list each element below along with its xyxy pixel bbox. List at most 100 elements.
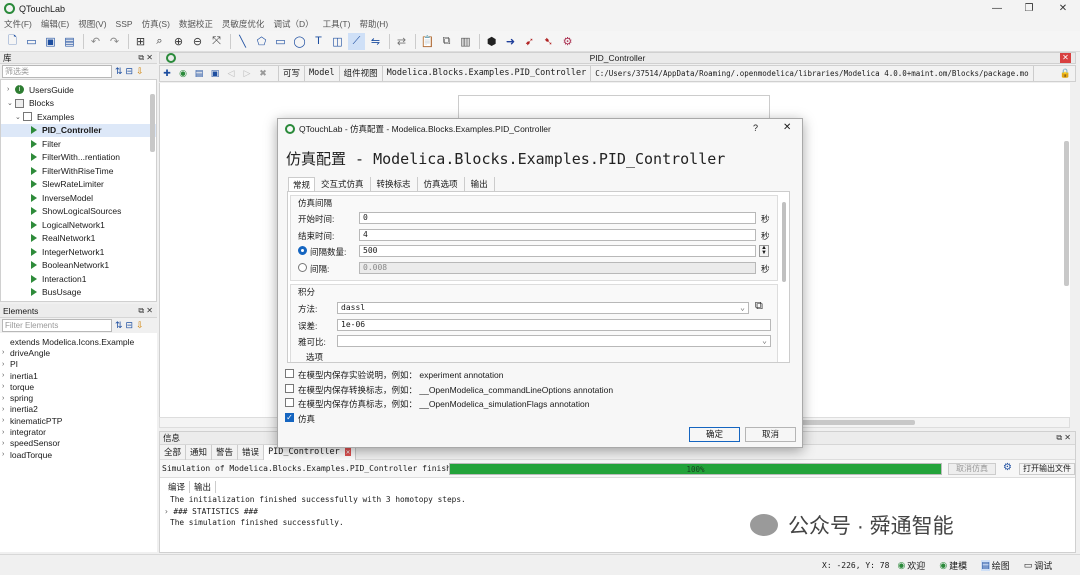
save-icon[interactable]: ▣ xyxy=(42,33,59,50)
element-item[interactable]: › loadTorque xyxy=(0,449,157,460)
simulate-icon[interactable]: ➜ xyxy=(502,33,519,50)
library-item[interactable]: IntegerNetwork1 xyxy=(1,245,156,259)
count-spinner-icon[interactable]: ▲ ▼ xyxy=(759,245,769,257)
open-output-icon[interactable]: ⚙ xyxy=(1003,462,1012,473)
element-item[interactable]: › kinematicPTP xyxy=(0,415,157,426)
library-item[interactable]: LogicalNetwork1 xyxy=(1,218,156,232)
close-window-icon[interactable]: ✕ xyxy=(1048,0,1078,17)
zoom-reset-icon[interactable]: ⌕ xyxy=(151,33,168,50)
method-select[interactable]: dassl ⌄ xyxy=(337,302,749,314)
welcome-perspective[interactable]: 欢迎 xyxy=(907,559,925,572)
component-view-tab[interactable]: 组件视图 xyxy=(340,66,383,81)
tab-interactive[interactable]: 交互式仿真 xyxy=(315,177,371,191)
dialog-scrollbar[interactable] xyxy=(782,202,786,282)
modeling-perspective[interactable]: 建模 xyxy=(949,559,967,572)
readonly-tab[interactable]: 可写 xyxy=(278,66,306,81)
dialog-close-icon[interactable]: ✕ xyxy=(783,122,791,133)
tab-translation-flags[interactable]: 转换标志 xyxy=(371,177,418,191)
library-item[interactable]: InverseModel xyxy=(1,191,156,205)
menu-help[interactable]: 帮助(H) xyxy=(359,18,388,30)
element-item[interactable]: › inertia1 xyxy=(0,370,157,381)
swap-icon[interactable]: ⇄ xyxy=(393,33,410,50)
library-item[interactable]: BooleanNetwork1 xyxy=(1,259,156,273)
stop-time-input[interactable]: 4 xyxy=(359,229,756,241)
library-item[interactable]: BusUsage xyxy=(1,286,156,300)
help-button[interactable]: ? xyxy=(753,123,758,133)
save-translation-checkbox[interactable] xyxy=(285,384,294,393)
canvas-vscrollbar[interactable] xyxy=(1064,141,1069,286)
text-view-icon[interactable]: ▤ xyxy=(192,65,206,82)
simulate-algorithmic-icon[interactable]: ➷ xyxy=(540,33,557,50)
simulation-setup-icon[interactable]: ⚙ xyxy=(559,33,576,50)
redo-icon[interactable]: ↷ xyxy=(106,33,123,50)
diagram-view-icon[interactable]: ◉ xyxy=(176,65,190,82)
expand-chevron-icon[interactable]: › xyxy=(2,406,10,413)
library-filter-input[interactable]: 筛选类 xyxy=(2,65,112,78)
polygon-tool-icon[interactable]: ⬠ xyxy=(253,33,270,50)
menu-file[interactable]: 文件(F) xyxy=(4,18,32,30)
tab-sim-flags[interactable]: 仿真选项 xyxy=(418,177,465,191)
model-path-tab[interactable]: Modelica.Blocks.Examples.PID_Controller xyxy=(383,66,592,81)
simulate-checkbox[interactable]: ✓ xyxy=(285,413,294,422)
minimize-icon[interactable]: — xyxy=(982,0,1012,17)
model-type-tab[interactable]: Model xyxy=(305,66,340,81)
fit-icon[interactable]: ⤧ xyxy=(208,33,225,50)
clipboard-icon[interactable]: ▥ xyxy=(457,33,474,50)
close-editor-icon[interactable]: ✕ xyxy=(1060,53,1071,63)
debug-perspective[interactable]: 调试 xyxy=(1034,559,1052,572)
tab-warning[interactable]: 警告 xyxy=(212,444,239,460)
menu-data-calibration[interactable]: 数据校正 xyxy=(179,18,213,30)
save-experiment-checkbox[interactable] xyxy=(285,369,294,378)
copy-icon[interactable]: ⧉ xyxy=(438,33,455,50)
count-radio[interactable] xyxy=(298,246,307,255)
new-file-icon[interactable]: 🗋 xyxy=(4,33,21,50)
line-tool-icon[interactable]: ╲ xyxy=(234,33,251,50)
element-item[interactable]: › spring xyxy=(0,392,157,403)
expand-chevron-icon[interactable]: › xyxy=(2,383,10,390)
documentation-icon[interactable]: ▣ xyxy=(208,65,222,82)
previous-icon[interactable]: ◁ xyxy=(224,65,238,82)
ellipse-tool-icon[interactable]: ◯ xyxy=(291,33,308,50)
check-model-icon[interactable]: 📋 xyxy=(419,33,436,50)
transition-mode-icon[interactable]: ⇋ xyxy=(367,33,384,50)
library-item[interactable]: ShowLogicalSources xyxy=(1,205,156,219)
open-output-button[interactable]: 打开输出文件 xyxy=(1019,463,1075,475)
sort-icon[interactable]: ⇩ xyxy=(136,320,144,331)
expand-chevron-icon[interactable]: ⌄ xyxy=(7,99,15,107)
element-item[interactable]: › PI xyxy=(0,359,157,370)
library-item[interactable]: SlewRateLimiter xyxy=(1,178,156,192)
plotting-perspective[interactable]: 绘图 xyxy=(992,559,1010,572)
tab-output[interactable]: 输出 xyxy=(465,177,495,191)
bitmap-tool-icon[interactable]: ◫ xyxy=(329,33,346,50)
menu-tools[interactable]: 工具(T) xyxy=(323,18,351,30)
delete-icon[interactable]: ✖ xyxy=(256,65,270,82)
library-item[interactable]: Filter xyxy=(1,137,156,151)
icon-view-icon[interactable]: ✚ xyxy=(160,65,174,82)
collapse-all-icon[interactable]: ⊟ xyxy=(126,320,134,331)
tab-all[interactable]: 全部 xyxy=(160,444,187,460)
undo-icon[interactable]: ↶ xyxy=(87,33,104,50)
menu-edit[interactable]: 编辑(E) xyxy=(41,18,69,30)
simulate-debug-icon[interactable]: ➹ xyxy=(521,33,538,50)
text-tool-icon[interactable]: T xyxy=(310,33,327,50)
jacobian-select[interactable]: ⌄ xyxy=(337,335,771,347)
menu-ssp[interactable]: SSP xyxy=(116,19,133,29)
tab-general[interactable]: 常规 xyxy=(288,177,316,191)
interval-count-input[interactable]: 500 xyxy=(359,245,756,257)
expand-chevron-icon[interactable]: › xyxy=(2,372,10,379)
float-close-icon[interactable]: ⧉ ✕ xyxy=(138,306,153,316)
tab-notice[interactable]: 通知 xyxy=(186,444,213,460)
float-close-icon[interactable]: ⧉ ✕ xyxy=(1056,433,1071,443)
interval-radio[interactable] xyxy=(298,263,307,272)
expand-chevron-icon[interactable]: › xyxy=(2,429,10,436)
expand-chevron-icon[interactable]: › xyxy=(2,451,10,458)
tab-error[interactable]: 错误 xyxy=(238,444,265,460)
close-tab-icon[interactable]: ✕ xyxy=(344,447,352,456)
maximize-icon[interactable]: ❐ xyxy=(1014,0,1044,17)
library-item[interactable]: ⌄ Blocks xyxy=(1,97,156,111)
element-item[interactable]: extends Modelica.Icons.Example xyxy=(0,336,157,347)
collapse-all-icon[interactable]: ⊟ xyxy=(126,66,134,77)
element-item[interactable]: › inertia2 xyxy=(0,404,157,415)
library-item[interactable]: Interaction1 xyxy=(1,272,156,286)
library-item[interactable]: FilterWithRiseTime xyxy=(1,164,156,178)
